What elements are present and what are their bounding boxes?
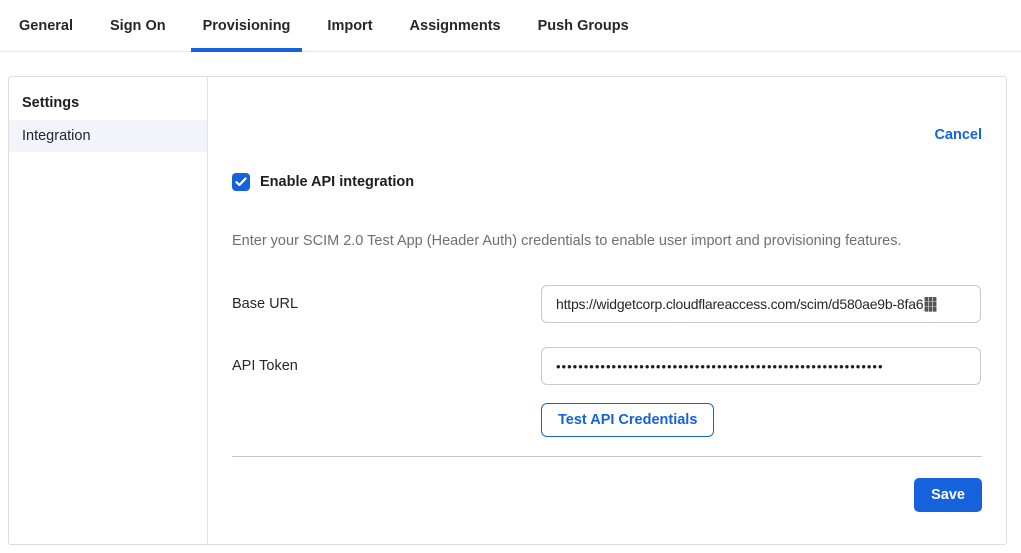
cancel-link[interactable]: Cancel [934,127,982,143]
enable-api-integration-label: Enable API integration [260,174,414,190]
api-token-label: API Token [232,358,541,374]
sidebar-item-integration[interactable]: Integration [9,120,207,152]
base-url-row: Base URL https://widgetcorp.cloudflareac… [232,285,982,323]
tab-import[interactable]: Import [327,0,372,51]
text-cursor-block [924,297,937,312]
base-url-label: Base URL [232,296,541,312]
save-row: Save [232,478,982,512]
save-button[interactable]: Save [914,478,982,512]
credentials-description: Enter your SCIM 2.0 Test App (Header Aut… [232,233,982,249]
form-divider [232,456,982,457]
checkmark-icon [235,177,247,187]
base-url-input[interactable]: https://widgetcorp.cloudflareaccess.com/… [541,285,981,323]
api-token-input[interactable]: ••••••••••••••••••••••••••••••••••••••••… [541,347,981,385]
enable-api-integration-row: Enable API integration [232,173,982,191]
test-credentials-row: Test API Credentials [541,403,982,437]
cancel-row: Cancel [232,127,982,143]
tab-assignments[interactable]: Assignments [410,0,501,51]
tab-push-groups[interactable]: Push Groups [538,0,629,51]
app-tab-bar: General Sign On Provisioning Import Assi… [0,0,1021,52]
tab-provisioning[interactable]: Provisioning [203,0,291,51]
api-token-masked-value: ••••••••••••••••••••••••••••••••••••••••… [556,359,884,374]
tab-sign-on[interactable]: Sign On [110,0,166,51]
integration-settings-form: Cancel Enable API integration Enter your… [208,77,1006,544]
base-url-value: https://widgetcorp.cloudflareaccess.com/… [556,296,923,312]
enable-api-integration-checkbox[interactable] [232,173,250,191]
test-api-credentials-button[interactable]: Test API Credentials [541,403,714,437]
api-token-row: API Token ••••••••••••••••••••••••••••••… [232,347,982,385]
provisioning-panel: Settings Integration Cancel Enable API i… [8,76,1007,545]
settings-sidebar: Settings Integration [9,77,208,544]
tab-general[interactable]: General [19,0,73,51]
sidebar-header: Settings [9,85,207,120]
